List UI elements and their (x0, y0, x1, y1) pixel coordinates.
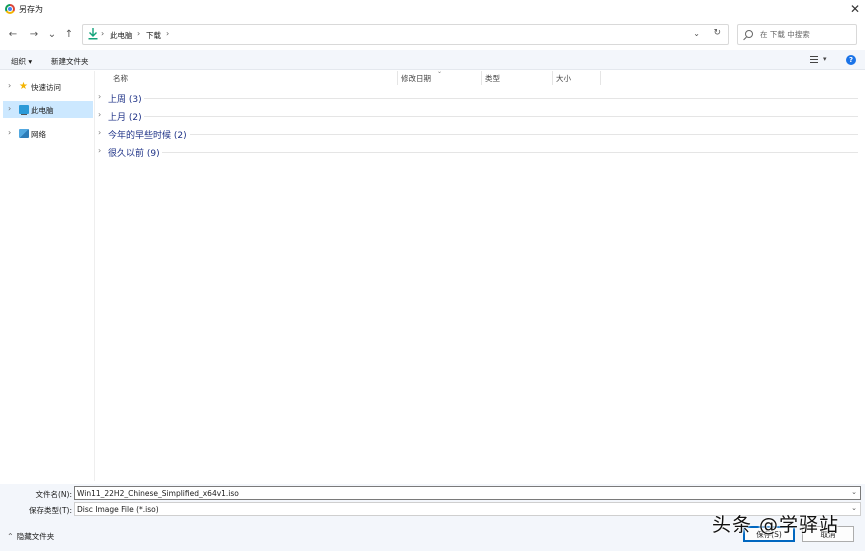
expand-chevron-icon[interactable]: › (8, 104, 11, 113)
column-header-type[interactable]: 类型 (485, 73, 500, 84)
group-expand-chevron-icon[interactable]: › (98, 128, 101, 137)
column-divider[interactable] (397, 71, 398, 85)
group-label: 很久以前 (9) (108, 149, 160, 159)
group-header-earlier-this-year[interactable]: › 今年的早些时候 (2) (98, 127, 858, 141)
filename-label: 文件名(N): (35, 490, 73, 499)
column-header-date[interactable]: 修改日期 (401, 73, 431, 84)
watermark-text: 头条 @学驿站 (712, 514, 840, 536)
up-button[interactable]: ↑ (62, 26, 76, 42)
computer-icon (19, 105, 29, 115)
group-separator (144, 116, 858, 117)
expand-chevron-icon[interactable]: › (8, 128, 11, 137)
address-bar[interactable]: › 此电脑 › 下载 › ⌄ ↻ (82, 24, 729, 45)
sidebar-item-label: 网络 (31, 130, 46, 139)
search-icon (745, 30, 753, 38)
column-divider[interactable] (552, 71, 553, 85)
expand-chevron-icon[interactable]: › (8, 81, 11, 90)
group-label: 上周 (3) (108, 95, 142, 105)
sidebar-item-quick-access[interactable]: › ★ 快速访问 (3, 78, 93, 95)
filetype-label: 保存类型(T): (29, 506, 72, 515)
organize-button[interactable]: 组织 ▾ (11, 56, 32, 67)
filetype-dropdown-icon[interactable]: ⌄ (851, 504, 857, 512)
group-label: 上月 (2) (108, 113, 142, 123)
column-divider[interactable] (600, 71, 601, 85)
sidebar-item-this-pc[interactable]: › 此电脑 (3, 101, 93, 118)
view-options-dropdown[interactable]: ▾ (823, 55, 827, 63)
sidebar-item-network[interactable]: › 网络 (3, 125, 93, 142)
column-divider[interactable] (481, 71, 482, 85)
recent-locations-button[interactable]: ⌄ (45, 26, 59, 42)
group-header-long-ago[interactable]: › 很久以前 (9) (98, 145, 858, 159)
command-bar: 组织 ▾ 新建文件夹 ▾ ? (0, 50, 865, 70)
breadcrumb-downloads[interactable]: 下载 (146, 30, 161, 41)
title-bar: 另存为 ✕ (0, 0, 865, 18)
group-expand-chevron-icon[interactable]: › (98, 92, 101, 101)
network-icon (19, 129, 29, 138)
back-button[interactable]: ← (6, 26, 20, 42)
close-button[interactable]: ✕ (845, 0, 865, 18)
star-icon: ★ (19, 81, 28, 92)
group-expand-chevron-icon[interactable]: › (98, 110, 101, 119)
navigation-bar: ← → ⌄ ↑ › 此电脑 › 下载 › ⌄ ↻ (0, 22, 865, 48)
filename-input[interactable] (74, 486, 861, 500)
hide-folders-button[interactable]: ⌃ 隐藏文件夹 (7, 531, 54, 542)
group-separator (144, 98, 858, 99)
view-options-icon[interactable] (810, 56, 818, 63)
group-header-last-month[interactable]: › 上月 (2) (98, 109, 858, 123)
navigation-pane: › ★ 快速访问 › 此电脑 › 网络 (0, 71, 95, 481)
group-header-last-week[interactable]: › 上周 (3) (98, 91, 858, 105)
sidebar-item-label: 此电脑 (31, 106, 54, 115)
search-input[interactable] (760, 28, 852, 41)
column-header-size[interactable]: 大小 (556, 73, 571, 84)
breadcrumb-chevron[interactable]: › (101, 29, 104, 38)
group-label: 今年的早些时候 (2) (108, 131, 187, 141)
sidebar-item-label: 快速访问 (31, 83, 61, 92)
chrome-app-icon (5, 4, 15, 14)
sort-indicator-icon: ⌄ (437, 68, 443, 75)
download-folder-icon (88, 28, 98, 40)
breadcrumb-chevron[interactable]: › (137, 29, 140, 38)
collapse-chevron-icon: ⌃ (7, 532, 14, 541)
group-separator (162, 152, 858, 153)
window-title: 另存为 (19, 5, 43, 14)
column-headers: ⌄ 名称 修改日期 类型 大小 (96, 68, 865, 85)
forward-button[interactable]: → (27, 26, 41, 42)
breadcrumb-this-pc[interactable]: 此电脑 (110, 30, 133, 41)
address-history-dropdown[interactable]: ⌄ (693, 29, 700, 38)
group-separator (190, 134, 858, 135)
help-icon[interactable]: ? (846, 55, 856, 65)
column-header-name[interactable]: 名称 (113, 73, 128, 84)
filename-history-dropdown[interactable]: ⌄ (851, 488, 857, 496)
group-expand-chevron-icon[interactable]: › (98, 146, 101, 155)
new-folder-button[interactable]: 新建文件夹 (51, 56, 89, 67)
hide-folders-label: 隐藏文件夹 (16, 532, 55, 541)
breadcrumb-chevron[interactable]: › (166, 29, 169, 38)
refresh-icon[interactable]: ↻ (713, 28, 721, 38)
search-box[interactable] (737, 24, 857, 45)
